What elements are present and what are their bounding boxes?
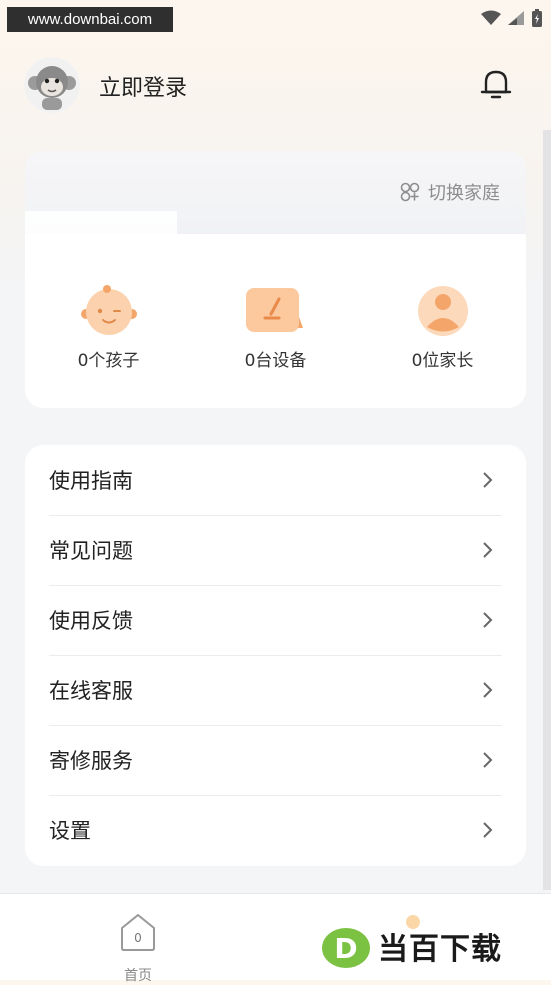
wifi-icon — [481, 10, 501, 25]
chevron-right-icon — [483, 682, 493, 698]
menu-item-label: 设置 — [49, 819, 91, 843]
menu-item-feedback[interactable]: 使用反馈 — [49, 585, 502, 656]
bell-icon — [480, 70, 512, 99]
family-card: 切换家庭 0个孩子 0台设备 0位家长 — [25, 151, 526, 408]
chevron-right-icon — [483, 542, 493, 558]
stat-devices[interactable]: 0台设备 — [192, 284, 359, 374]
child-face-icon — [80, 285, 137, 335]
brand-watermark: D 当百下载 — [320, 920, 545, 972]
stat-children-label: 0个孩子 — [77, 351, 140, 371]
brand-text: 当百下载 — [378, 932, 502, 967]
menu-item-faq[interactable]: 常见问题 — [49, 515, 502, 586]
menu-item-label: 寄修服务 — [49, 749, 133, 773]
avatar[interactable] — [24, 57, 80, 113]
login-link[interactable]: 立即登录 — [99, 70, 187, 102]
brand-logo-letter: D — [334, 932, 357, 965]
watermark: www.downbai.com — [7, 7, 173, 32]
menu-item-label: 常见问题 — [49, 539, 133, 563]
switch-family-label: 切换家庭 — [428, 183, 500, 204]
chevron-right-icon — [483, 472, 493, 488]
device-pen-icon — [245, 288, 303, 332]
system-icons — [481, 8, 543, 28]
menu-card: 使用指南 常见问题 使用反馈 在线客服 寄修服务 设置 — [25, 445, 526, 866]
menu-item-guide[interactable]: 使用指南 — [49, 445, 502, 516]
tab-home-label: 首页 — [124, 968, 152, 984]
parent-person-icon — [417, 286, 468, 336]
stat-devices-label: 0台设备 — [244, 351, 307, 371]
stat-parents[interactable]: 0位家长 — [359, 284, 526, 374]
family-stats: 0个孩子 0台设备 0位家长 — [25, 284, 526, 374]
chevron-right-icon — [483, 612, 493, 628]
notification-button[interactable] — [478, 66, 514, 102]
monkey-avatar-icon — [24, 57, 80, 113]
blurred-family-name — [25, 211, 177, 275]
status-bar: www.downbai.com — [0, 0, 551, 36]
menu-item-label: 在线客服 — [49, 679, 133, 703]
profile-header: 立即登录 — [24, 56, 524, 114]
battery-icon — [532, 9, 542, 27]
menu-item-settings[interactable]: 设置 — [49, 795, 502, 865]
menu-item-label: 使用反馈 — [49, 609, 133, 633]
signal-icon — [508, 11, 524, 25]
home-badge: 0 — [134, 931, 142, 945]
brand-logo-icon: D — [322, 928, 370, 968]
tab-home[interactable]: 0 首页 — [113, 912, 163, 984]
stat-children[interactable]: 0个孩子 — [25, 284, 192, 374]
switch-family-icon — [400, 182, 420, 202]
switch-family-button[interactable]: 切换家庭 — [400, 179, 500, 205]
menu-item-label: 使用指南 — [49, 469, 133, 493]
stat-parents-label: 0位家长 — [411, 351, 474, 371]
menu-item-online-service[interactable]: 在线客服 — [49, 655, 502, 726]
chevron-right-icon — [483, 822, 493, 838]
chevron-right-icon — [483, 752, 493, 768]
menu-item-repair-service[interactable]: 寄修服务 — [49, 725, 502, 796]
scrollbar[interactable] — [543, 130, 551, 890]
